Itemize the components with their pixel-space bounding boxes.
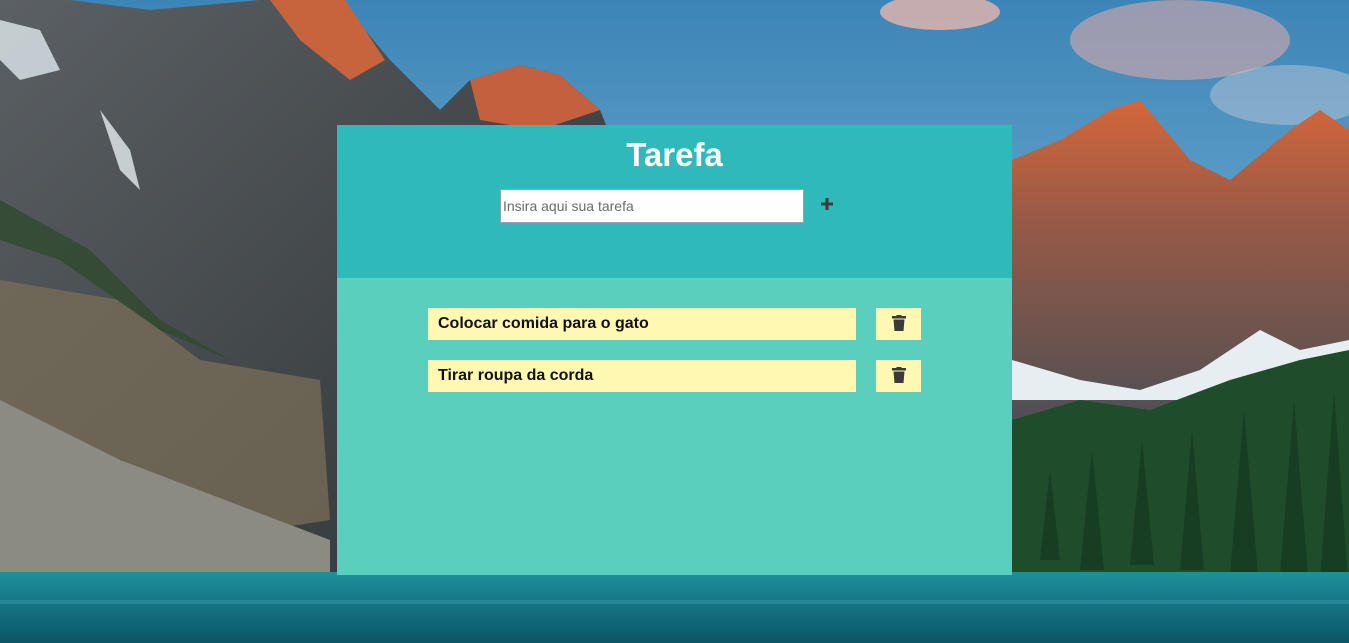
app-header: Tarefa: [337, 125, 1012, 278]
list-item: Tirar roupa da corda: [428, 360, 922, 392]
task-text[interactable]: Colocar comida para o gato: [428, 308, 856, 340]
task-list: Colocar comida para o gato Tirar roupa d…: [428, 308, 922, 412]
trash-icon: [891, 314, 906, 334]
plus-icon: [815, 192, 839, 216]
task-list-area: Colocar comida para o gato Tirar roupa d…: [337, 278, 1012, 575]
add-task-button[interactable]: [815, 192, 839, 216]
page-title: Tarefa: [626, 136, 723, 173]
delete-task-button[interactable]: [876, 360, 921, 392]
list-item: Colocar comida para o gato: [428, 308, 922, 340]
todo-app-panel: Tarefa Colocar comida para o gato: [337, 125, 1012, 575]
delete-task-button[interactable]: [876, 308, 921, 340]
trash-icon: [891, 366, 906, 386]
task-text[interactable]: Tirar roupa da corda: [428, 360, 856, 392]
new-task-input[interactable]: [500, 189, 804, 223]
